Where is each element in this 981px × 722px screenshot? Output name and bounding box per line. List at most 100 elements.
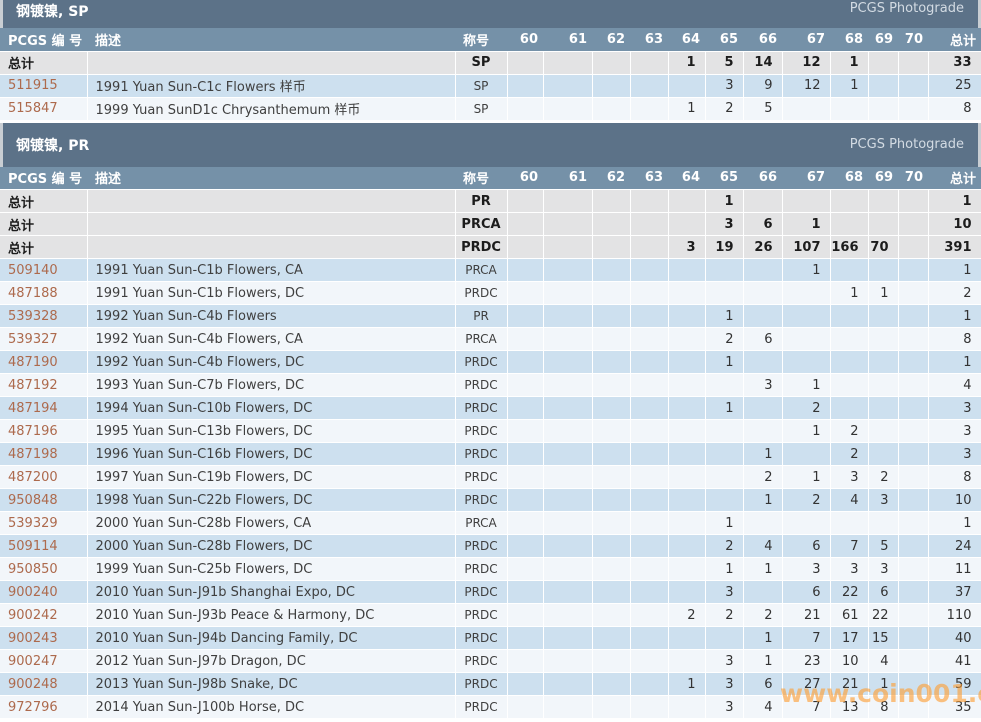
pcgs-number-link[interactable]: 900242 <box>8 608 58 623</box>
grade-count-cell <box>543 512 592 535</box>
coin-description: 2010 Yuan Sun-J93b Peace & Harmony, DC <box>87 604 455 627</box>
grade-count-cell <box>543 420 592 443</box>
designation-cell: PRCA <box>455 328 507 351</box>
photograde-link[interactable]: PCGS Photograde <box>850 137 978 152</box>
grade-count-cell: 166 <box>830 236 868 259</box>
pcgs-number-link[interactable]: 487196 <box>8 424 58 439</box>
row-total-cell: 37 <box>928 581 981 604</box>
photograde-link[interactable]: PCGS Photograde <box>850 1 978 16</box>
header-row: PCGS 编 号描述称号6061626364656667686970总计 <box>0 167 981 190</box>
grade-count-cell: 5 <box>868 535 898 558</box>
grade-count-cell <box>630 397 668 420</box>
designation-cell: PRDC <box>455 374 507 397</box>
grade-count-cell <box>592 420 630 443</box>
pcgs-number-link[interactable]: 487188 <box>8 286 58 301</box>
pcgs-number-link[interactable]: 487190 <box>8 355 58 370</box>
grade-count-cell <box>592 282 630 305</box>
coin-description <box>87 213 455 236</box>
pcgs-number-link[interactable]: 487198 <box>8 447 58 462</box>
pcgs-number-link[interactable]: 900240 <box>8 585 58 600</box>
grade-count-cell: 1 <box>705 558 743 581</box>
total-row-label: 总计 <box>0 190 87 213</box>
grade-count-cell <box>668 351 705 374</box>
pcgs-number-link[interactable]: 487192 <box>8 378 58 393</box>
row-total-cell: 33 <box>928 51 981 74</box>
grade-count-cell <box>868 51 898 74</box>
pcgs-number-link[interactable]: 950850 <box>8 562 58 577</box>
grade-count-cell <box>543 213 592 236</box>
grade-count-cell <box>705 374 743 397</box>
data-row: 4871921993 Yuan Sun-C7b Flowers, DCPRDC3… <box>0 374 981 397</box>
grade-count-cell <box>507 351 543 374</box>
pcgs-number-link[interactable]: 539328 <box>8 309 58 324</box>
row-total-cell: 4 <box>928 374 981 397</box>
grade-count-cell: 1 <box>782 374 830 397</box>
grade-count-cell <box>705 489 743 512</box>
pcgs-number-link[interactable]: 539327 <box>8 332 58 347</box>
grade-count-cell <box>830 259 868 282</box>
grade-count-cell: 19 <box>705 236 743 259</box>
pcgs-number-link[interactable]: 539329 <box>8 516 58 531</box>
grade-count-cell: 12 <box>782 51 830 74</box>
pcgs-number-link[interactable]: 950848 <box>8 493 58 508</box>
column-header-description: 描述 <box>87 28 455 51</box>
row-total-cell: 110 <box>928 604 981 627</box>
grade-count-cell <box>782 512 830 535</box>
grade-count-cell <box>630 420 668 443</box>
row-total-cell: 25 <box>928 74 981 97</box>
coin-description: 1991 Yuan Sun-C1c Flowers 样币 <box>87 74 455 97</box>
grade-count-cell: 23 <box>782 650 830 673</box>
grade-count-cell: 14 <box>743 51 782 74</box>
grade-count-cell <box>630 558 668 581</box>
grade-count-cell <box>592 236 630 259</box>
pcgs-number-link[interactable]: 900248 <box>8 677 58 692</box>
grade-count-cell: 107 <box>782 236 830 259</box>
grade-count-cell: 2 <box>743 466 782 489</box>
grade-count-cell <box>668 282 705 305</box>
grade-count-cell <box>868 74 898 97</box>
row-total-cell: 41 <box>928 650 981 673</box>
row-total-cell: 8 <box>928 328 981 351</box>
grade-count-cell <box>630 305 668 328</box>
data-row: 9002432010 Yuan Sun-J94b Dancing Family,… <box>0 627 981 650</box>
grade-count-cell: 1 <box>743 558 782 581</box>
grade-count-cell: 1 <box>868 282 898 305</box>
grade-count-cell <box>543 259 592 282</box>
coin-description: 1998 Yuan Sun-C22b Flowers, DC <box>87 489 455 512</box>
grade-count-cell <box>543 74 592 97</box>
data-row: 4871941994 Yuan Sun-C10b Flowers, DCPRDC… <box>0 397 981 420</box>
grade-count-cell: 1 <box>830 51 868 74</box>
pcgs-number-link[interactable]: 900247 <box>8 654 58 669</box>
designation-cell: SP <box>455 51 507 74</box>
grade-count-cell <box>898 236 928 259</box>
grade-count-cell: 1 <box>668 673 705 696</box>
pcgs-number-link[interactable]: 487194 <box>8 401 58 416</box>
pcgs-number-link[interactable]: 900243 <box>8 631 58 646</box>
data-row: 5091401991 Yuan Sun-C1b Flowers, CAPRCA1… <box>0 259 981 282</box>
pcgs-number-link[interactable]: 972796 <box>8 700 58 715</box>
coin-description: 1992 Yuan Sun-C4b Flowers <box>87 305 455 328</box>
grade-count-cell: 4 <box>743 535 782 558</box>
grade-column-header: 68 <box>830 28 868 51</box>
grade-count-cell: 3 <box>705 696 743 719</box>
row-total-cell: 10 <box>928 213 981 236</box>
grade-count-cell: 2 <box>705 97 743 120</box>
pcgs-number-cell: 539328 <box>0 305 87 328</box>
grade-count-cell: 1 <box>705 190 743 213</box>
grade-count-cell <box>705 282 743 305</box>
pcgs-number-link[interactable]: 509114 <box>8 539 58 554</box>
pcgs-number-link[interactable]: 509140 <box>8 263 58 278</box>
population-table: PCGS 编 号描述称号6061626364656667686970总计总计 PR… <box>0 167 981 720</box>
grade-count-cell: 3 <box>705 581 743 604</box>
coin-description: 2000 Yuan Sun-C28b Flowers, DC <box>87 535 455 558</box>
pcgs-number-link[interactable]: 487200 <box>8 470 58 485</box>
grade-count-cell <box>668 558 705 581</box>
pcgs-number-link[interactable]: 515847 <box>8 101 58 116</box>
grade-count-cell <box>668 374 705 397</box>
pcgs-number-link[interactable]: 511915 <box>8 78 58 93</box>
grade-count-cell <box>592 604 630 627</box>
grade-count-cell: 26 <box>743 236 782 259</box>
grade-column-header: 66 <box>743 167 782 190</box>
grade-count-cell <box>543 97 592 120</box>
grade-count-cell <box>592 581 630 604</box>
